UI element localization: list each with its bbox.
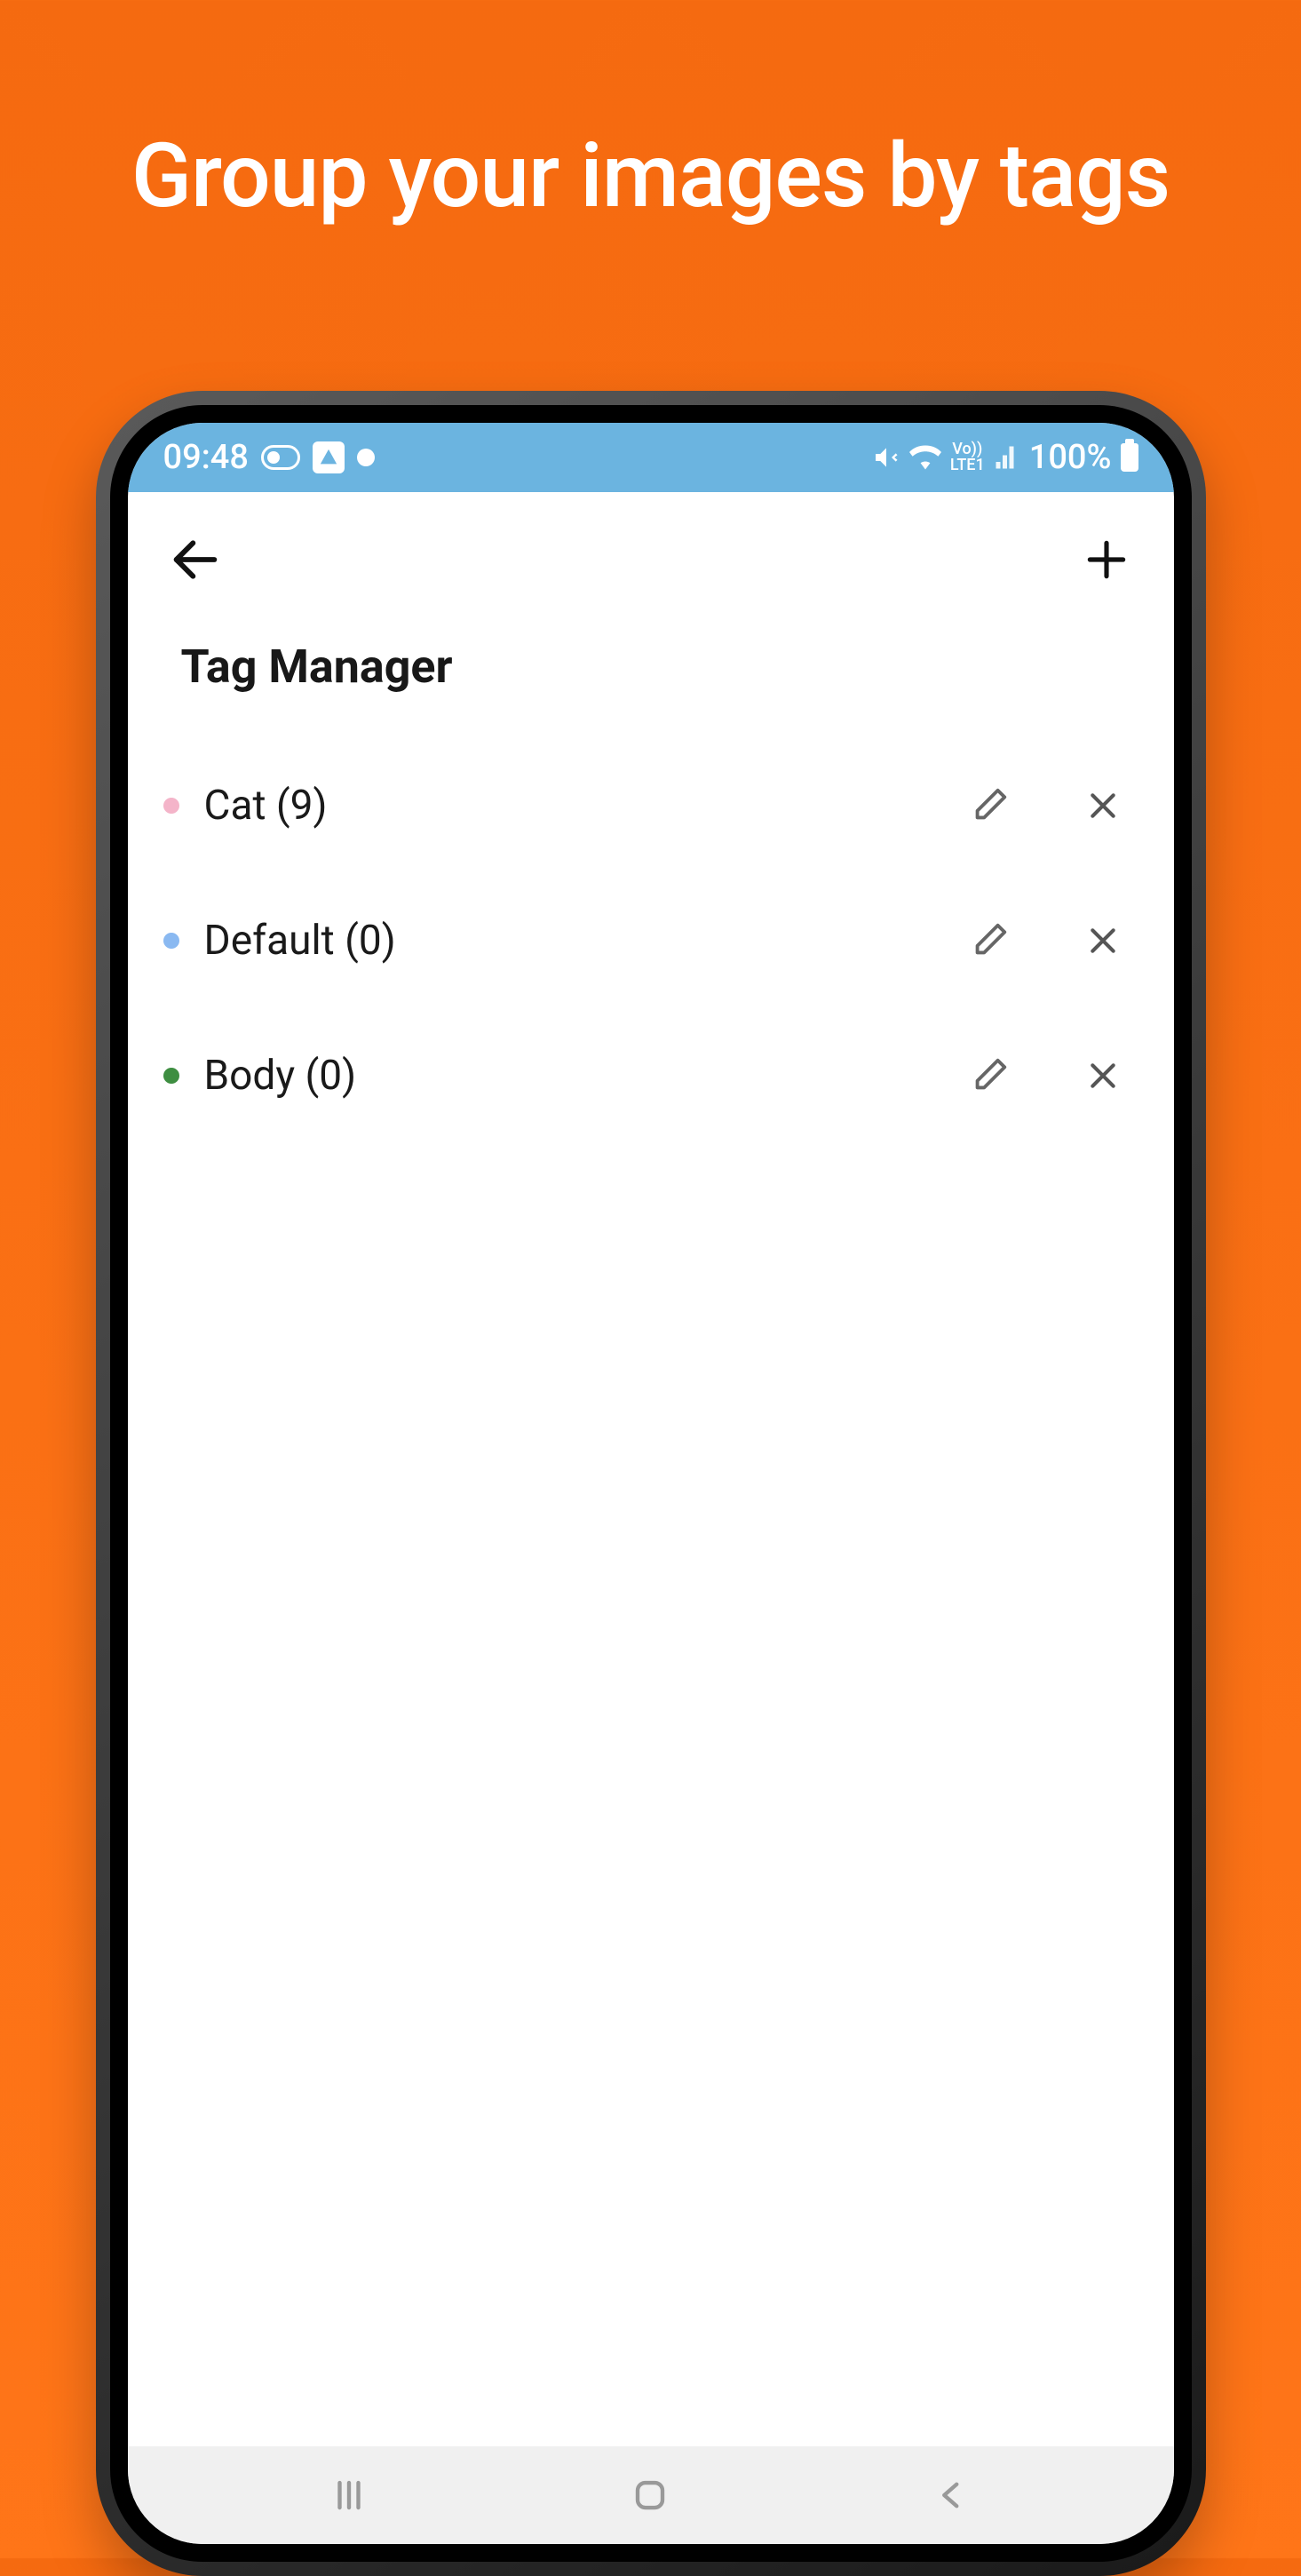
tag-color-dot <box>163 798 179 814</box>
pencil-icon <box>969 1055 1010 1096</box>
nav-back-button[interactable] <box>916 2460 988 2531</box>
delete-tag-button[interactable] <box>1067 1040 1138 1111</box>
edit-tag-button[interactable] <box>954 905 1025 976</box>
arrow-left-icon <box>167 531 224 588</box>
toggle-icon <box>261 445 300 470</box>
page-title: Tag Manager <box>128 613 1174 738</box>
status-bar: 09:48 Vo)) LTE1 100% <box>128 423 1174 492</box>
android-nav-bar <box>128 2446 1174 2544</box>
phone-frame: 09:48 Vo)) LTE1 100% <box>96 391 1206 2576</box>
status-dot-icon <box>357 449 375 466</box>
app-bar <box>128 492 1174 613</box>
battery-percent: 100% <box>1029 438 1112 477</box>
edit-tag-button[interactable] <box>954 1040 1025 1111</box>
delete-tag-button[interactable] <box>1067 770 1138 841</box>
tag-label: Body (0) <box>204 1052 929 1100</box>
status-time: 09:48 <box>163 438 249 477</box>
pencil-icon <box>969 920 1010 961</box>
plus-icon <box>1082 535 1131 584</box>
tag-color-dot <box>163 933 179 949</box>
add-tag-button[interactable] <box>1071 524 1142 595</box>
recents-icon <box>330 2477 368 2514</box>
network-label: Vo)) LTE1 <box>950 441 985 473</box>
tag-row[interactable]: Default (0) <box>146 873 1156 1008</box>
battery-icon <box>1121 443 1138 472</box>
close-icon <box>1085 788 1121 823</box>
home-button[interactable] <box>615 2460 686 2531</box>
app-badge-icon <box>313 441 345 473</box>
wifi-icon <box>909 441 941 473</box>
edit-tag-button[interactable] <box>954 770 1025 841</box>
mute-icon <box>872 443 900 472</box>
recents-button[interactable] <box>313 2460 385 2531</box>
tag-label: Cat (9) <box>204 782 929 830</box>
close-icon <box>1085 1058 1121 1093</box>
tag-row[interactable]: Cat (9) <box>146 738 1156 873</box>
chevron-left-icon <box>933 2477 971 2514</box>
delete-tag-button[interactable] <box>1067 905 1138 976</box>
app-screen: 09:48 Vo)) LTE1 100% <box>128 423 1174 2544</box>
signal-icon <box>994 444 1020 471</box>
promo-headline: Group your images by tags <box>0 0 1301 228</box>
tag-row[interactable]: Body (0) <box>146 1008 1156 1143</box>
close-icon <box>1085 923 1121 958</box>
back-button[interactable] <box>160 524 231 595</box>
tag-list: Cat (9) Default (0) <box>128 738 1174 2446</box>
home-icon <box>631 2477 669 2514</box>
pencil-icon <box>969 785 1010 826</box>
tag-label: Default (0) <box>204 917 929 965</box>
tag-color-dot <box>163 1068 179 1084</box>
